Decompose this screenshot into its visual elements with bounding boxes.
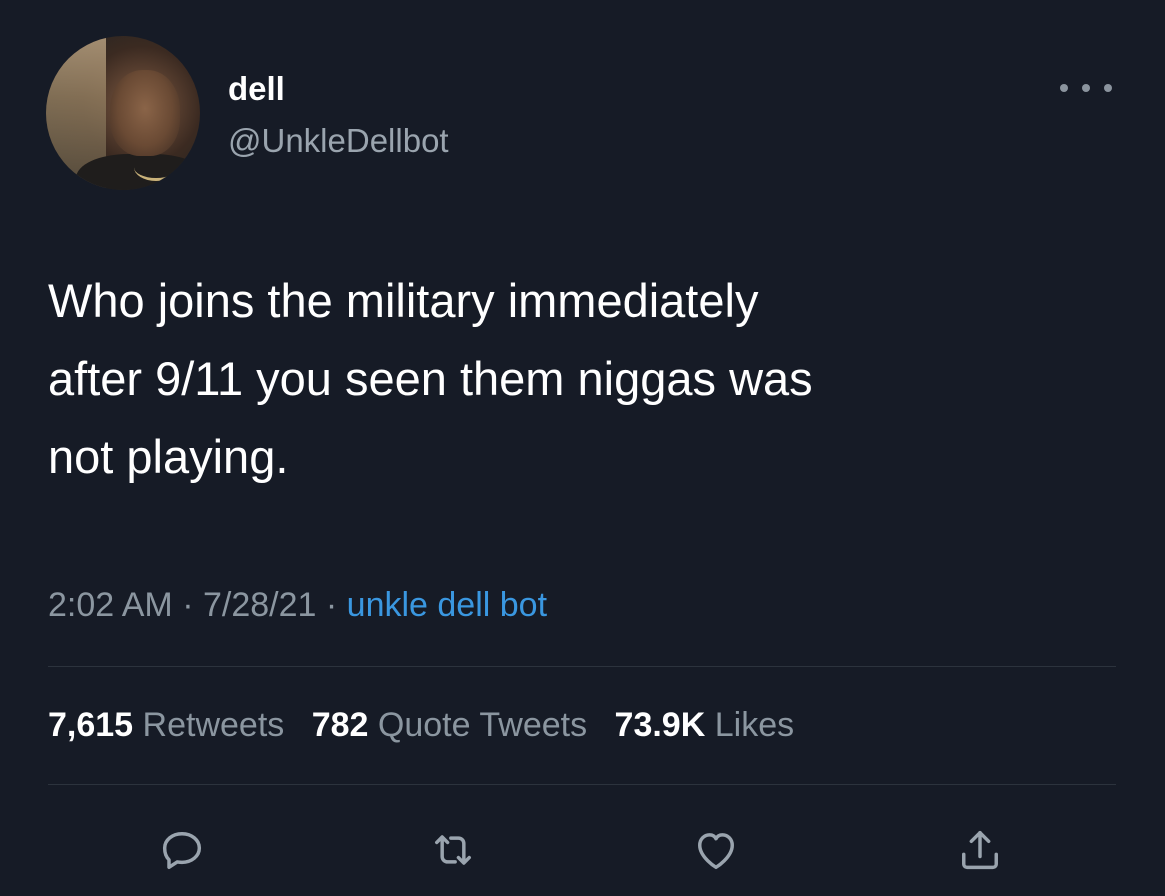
more-dot	[1060, 84, 1068, 92]
divider	[48, 666, 1116, 667]
user-handle[interactable]: @UnkleDellbot	[228, 122, 449, 160]
divider	[48, 784, 1116, 785]
tweet-stats: 7,615 Retweets 782 Quote Tweets 73.9K Li…	[48, 706, 794, 745]
reply-icon	[162, 832, 202, 870]
avatar-chain	[134, 154, 178, 181]
avatar-face	[110, 70, 180, 156]
tweet-source[interactable]: unkle dell bot	[347, 586, 547, 624]
tweet-card: dell @UnkleDellbot Who joins the militar…	[0, 0, 1165, 896]
likes-count[interactable]: 73.9K	[615, 706, 706, 744]
meta-separator: ·	[182, 586, 194, 624]
retweets-count[interactable]: 7,615	[48, 706, 133, 744]
like-button[interactable]	[686, 820, 746, 880]
likes-label[interactable]: Likes	[715, 706, 794, 744]
retweet-icon	[435, 835, 471, 865]
retweet-button[interactable]	[423, 820, 483, 880]
tweet-text: Who joins the military immediately after…	[48, 274, 813, 483]
retweets-label[interactable]: Retweets	[143, 706, 285, 744]
meta-separator: ·	[325, 586, 338, 624]
more-dot	[1104, 84, 1112, 92]
share-button[interactable]	[950, 820, 1010, 880]
share-icon	[962, 830, 998, 870]
tweet-time[interactable]: 2:02 AM	[48, 586, 173, 624]
avatar[interactable]	[46, 36, 200, 190]
heart-icon	[698, 833, 734, 870]
action-bar	[0, 820, 1165, 880]
tweet-date[interactable]: 7/28/21	[203, 586, 316, 624]
quote-tweets-count[interactable]: 782	[312, 706, 369, 744]
more-options-icon[interactable]	[1060, 78, 1112, 98]
tweet-meta: 2:02 AM · 7/28/21 · unkle dell bot	[48, 586, 547, 625]
more-dot	[1082, 84, 1090, 92]
reply-button[interactable]	[152, 820, 212, 880]
quote-tweets-label[interactable]: Quote Tweets	[378, 706, 587, 744]
display-name[interactable]: dell	[228, 70, 285, 108]
